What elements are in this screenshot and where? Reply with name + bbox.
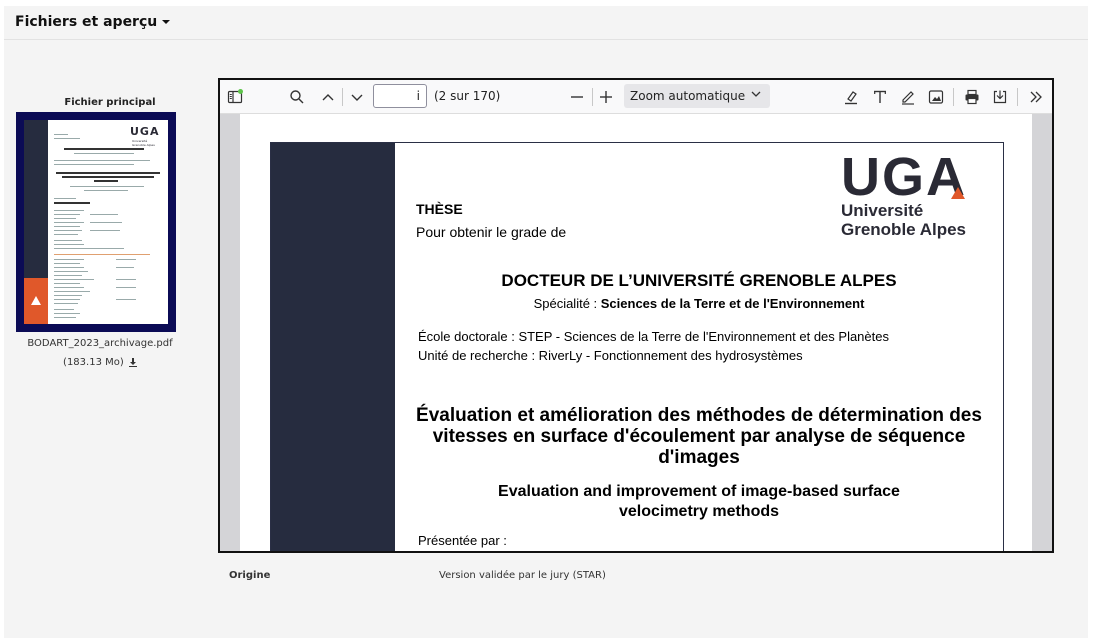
double-chevron-right-icon [1030, 91, 1042, 103]
print-icon [965, 89, 979, 105]
pdf-toolbar: i (2 sur 170) Zoom automatique [220, 80, 1052, 114]
pdf-page: UGA Université Grenoble Alpes THÈSE Pour… [240, 114, 1032, 551]
add-image-button[interactable] [925, 86, 947, 108]
highlighter-icon [845, 91, 857, 105]
image-icon [928, 90, 944, 104]
pdf-viewer: i (2 sur 170) Zoom automatique UGA Unive… [218, 78, 1054, 553]
file-thumbnail[interactable]: UGA Université Grenoble Alpes [16, 112, 176, 332]
cover-page: UGA Université Grenoble Alpes THÈSE Pour… [270, 142, 1004, 551]
zoom-value: Zoom automatique [630, 89, 746, 103]
title-en-line-1: Evaluation and improvement of image-base… [498, 483, 900, 500]
caret-down-icon [162, 20, 171, 24]
file-name[interactable]: BODART_2023_archivage.pdf [20, 338, 180, 349]
main-file-label: Fichier principal [64, 97, 156, 108]
text-icon [874, 90, 886, 103]
print-button[interactable] [961, 86, 983, 108]
chevron-down-icon [751, 91, 761, 97]
title-fr-line-1: Évaluation et amélioration des méthodes … [416, 405, 982, 426]
section-title: Fichiers et aperçu [15, 14, 158, 30]
zoom-select[interactable]: Zoom automatique [624, 84, 770, 108]
cover-sidebar [271, 143, 395, 551]
toolbar-separator [1017, 88, 1018, 106]
these-heading: THÈSE [416, 201, 463, 217]
draw-button[interactable] [897, 86, 919, 108]
logo-university: Université [841, 201, 924, 220]
text-button[interactable] [869, 86, 891, 108]
page-number-input[interactable]: i [373, 84, 427, 108]
pdf-canvas[interactable]: UGA Université Grenoble Alpes THÈSE Pour… [220, 114, 1052, 551]
thumbnail-logo-sub: Université Grenoble Alpes [132, 139, 155, 147]
toolbar-separator [592, 88, 593, 106]
logo-grenoble-alpes: Grenoble Alpes [841, 220, 967, 239]
grade-line: Pour obtenir le grade de [416, 224, 567, 240]
chevron-up-icon [322, 94, 334, 101]
download-icon [993, 90, 1007, 104]
sidebar-toggle-button[interactable] [224, 86, 246, 108]
unite-recherche-line: Unité de recherche : RiverLy - Fonctionn… [418, 348, 803, 363]
toolbar-separator [953, 88, 954, 106]
plus-icon [600, 91, 612, 103]
thumbnail-logo-mark [31, 296, 41, 305]
ecole-doctorale-line: École doctorale : STEP - Sciences de la … [418, 329, 889, 344]
toolbar-separator [342, 88, 343, 106]
specialite-value: Sciences de la Terre et de l'Environneme… [600, 296, 865, 311]
save-button[interactable] [989, 86, 1011, 108]
title-fr-line-3: d'images [658, 447, 740, 468]
title-en-line-2: velocimetry methods [618, 503, 780, 520]
thumbnail-page: UGA Université Grenoble Alpes [24, 120, 168, 324]
page-count: (2 sur 170) [434, 89, 501, 103]
zoom-in-button[interactable] [595, 86, 617, 108]
docteur-heading: DOCTEUR DE L’UNIVERSITÉ GRENOBLE ALPES [501, 271, 897, 290]
previous-page-button[interactable] [317, 86, 339, 108]
more-tools-button[interactable] [1025, 86, 1047, 108]
next-page-button[interactable] [346, 86, 368, 108]
file-size-line: (183.13 Mo) [20, 357, 180, 368]
origin-label: Origine [229, 570, 271, 581]
origin-value: Version validée par le jury (STAR) [439, 570, 606, 581]
search-icon [290, 90, 304, 104]
uga-logo-letters: UGA [841, 151, 967, 207]
file-size: (183.13 Mo) [63, 357, 124, 368]
specialite-line: Spécialité : Sciences de la Terre et de … [395, 296, 1003, 311]
thumbnail-logo: UGA [130, 125, 160, 138]
presentee-par: Présentée par : [418, 533, 507, 548]
chevron-down-icon [351, 94, 363, 101]
section-toggle[interactable]: Fichiers et aperçu [15, 14, 171, 30]
title-fr-line-2: vitesses en surface d'écoulement par ana… [432, 426, 966, 447]
zoom-out-button[interactable] [566, 86, 588, 108]
minus-icon [571, 96, 583, 98]
panel-header: Fichiers et aperçu [4, 6, 1088, 40]
download-icon[interactable] [128, 357, 137, 367]
highlight-button[interactable] [840, 86, 862, 108]
sidebar-icon [227, 89, 243, 104]
pen-icon [902, 91, 914, 105]
find-button[interactable] [286, 86, 308, 108]
specialite-label: Spécialité : [533, 296, 601, 311]
